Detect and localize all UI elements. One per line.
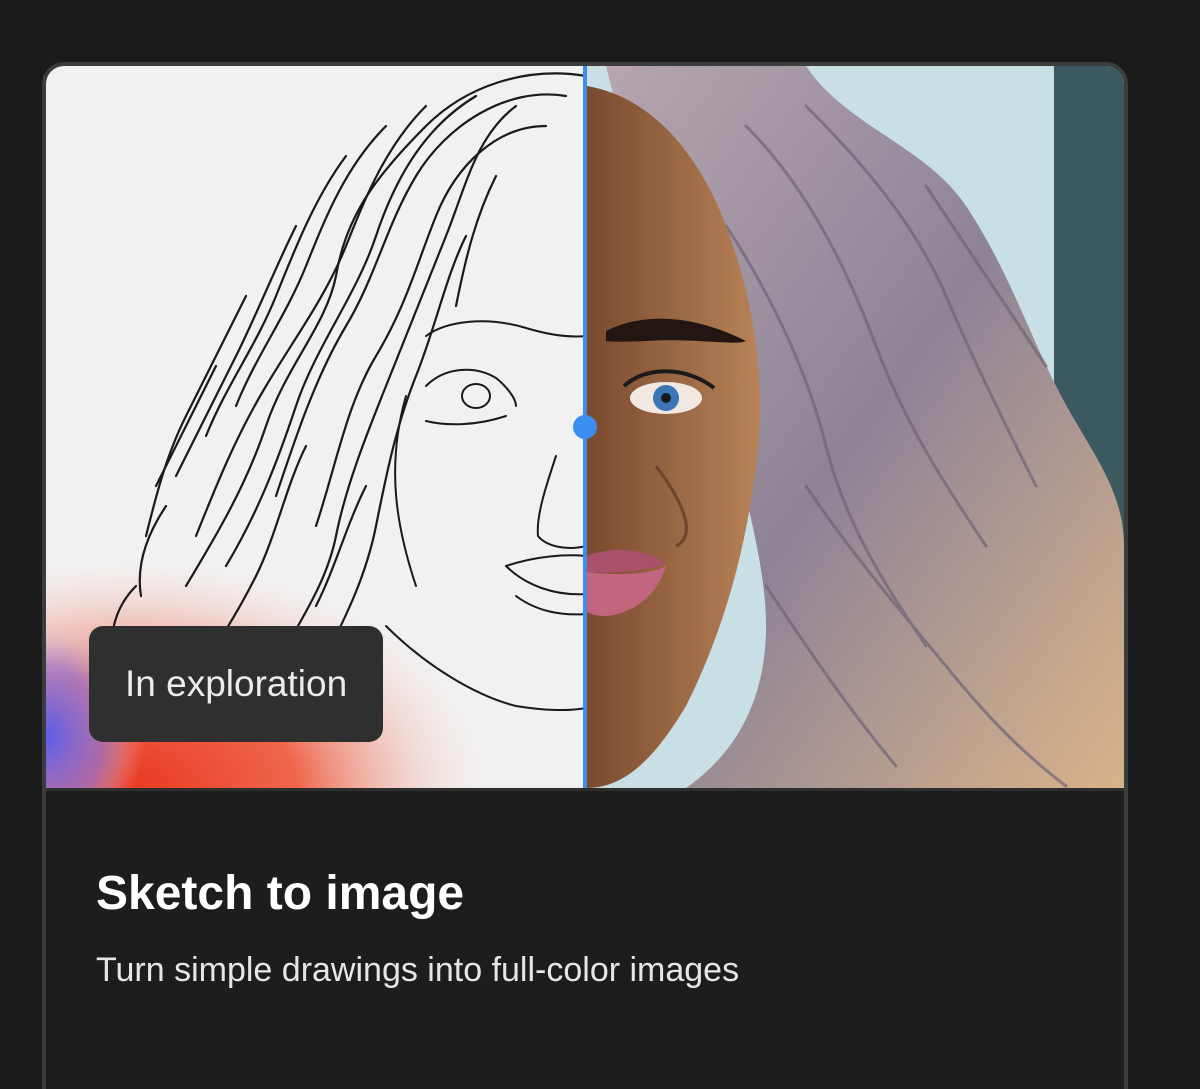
card-title: Sketch to image (96, 867, 465, 920)
card-divider (46, 788, 1124, 791)
card-subtitle: Turn simple drawings into full-color ima… (96, 951, 740, 989)
compare-slider-handle[interactable] (573, 415, 597, 439)
page: In exploration Sketch to image Turn simp… (0, 0, 1200, 1089)
status-badge: In exploration (89, 626, 384, 742)
feature-card[interactable]: In exploration Sketch to image Turn simp… (42, 62, 1128, 1089)
before-after-comparison[interactable]: In exploration (46, 66, 1124, 788)
color-pupil (661, 393, 671, 403)
